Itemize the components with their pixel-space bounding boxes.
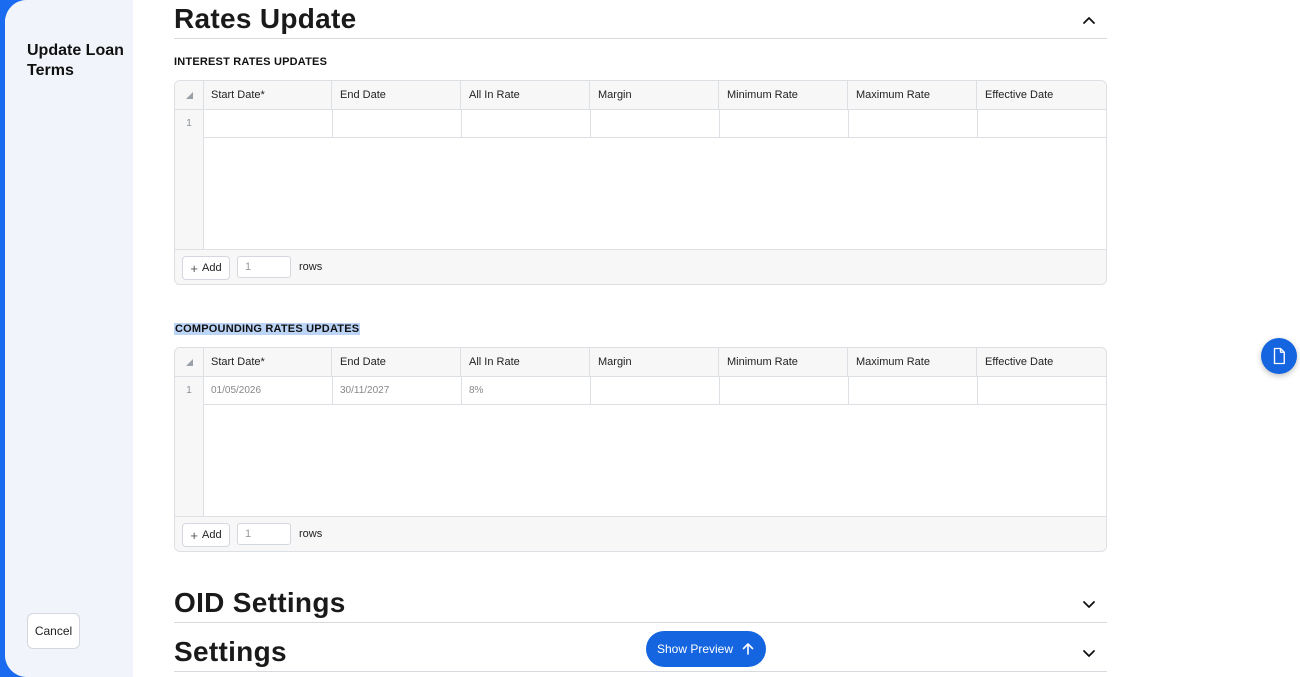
row-number: 1 (186, 118, 192, 129)
app-window: Update Loan Terms Cancel Rates Update IN… (5, 0, 1300, 677)
column-header[interactable]: Minimum Rate (720, 81, 848, 109)
column-header[interactable]: Start Date* (204, 348, 332, 376)
grid-cell[interactable]: 01/05/2026 (204, 377, 333, 405)
row-number-column: 1 (175, 110, 203, 249)
grid-cell[interactable] (462, 110, 591, 138)
grid-body: 01/05/2026 30/11/2027 8% (203, 377, 1106, 516)
grid-cell[interactable]: 30/11/2027 (333, 377, 462, 405)
plus-icon: + (190, 260, 198, 276)
column-header[interactable]: End Date (333, 81, 461, 109)
grid-cell[interactable] (591, 377, 720, 405)
show-preview-button[interactable]: Show Preview (646, 631, 766, 667)
compounding-rates-grid: Start Date* End Date All In Rate Margin … (174, 347, 1107, 552)
column-header[interactable]: Minimum Rate (720, 348, 848, 376)
grid-header: Start Date* End Date All In Rate Margin … (175, 81, 1106, 110)
grid-cell[interactable] (591, 110, 720, 138)
grid-cell[interactable] (978, 377, 1106, 405)
row-number: 1 (186, 385, 192, 396)
grid-cell[interactable] (333, 110, 462, 138)
document-fab-button[interactable] (1261, 338, 1297, 374)
grid-cell[interactable] (978, 110, 1106, 138)
grid-footer: + Add 1 rows (175, 249, 1106, 284)
column-header[interactable]: Maximum Rate (849, 81, 977, 109)
oid-settings-title: OID Settings (174, 587, 346, 618)
grid-cell[interactable]: 8% (462, 377, 591, 405)
settings-header[interactable]: Settings (174, 633, 1107, 672)
grid-body (203, 110, 1106, 249)
select-all-corner[interactable] (175, 81, 204, 109)
cancel-button[interactable]: Cancel (27, 613, 80, 649)
column-header[interactable]: Margin (591, 348, 719, 376)
oid-settings-header[interactable]: OID Settings (174, 584, 1107, 623)
show-preview-label: Show Preview (656, 642, 734, 656)
rows-label: rows (299, 261, 323, 273)
grid-cell[interactable] (720, 377, 849, 405)
column-header[interactable]: All In Rate (462, 348, 590, 376)
add-rows-button[interactable]: + Add (182, 523, 230, 547)
rows-count-input[interactable]: 1 (237, 523, 291, 545)
settings-title: Settings (174, 636, 287, 667)
grid-footer: + Add 1 rows (175, 516, 1106, 551)
column-header[interactable]: Effective Date (978, 348, 1106, 376)
grid-cell[interactable] (849, 377, 978, 405)
add-rows-button[interactable]: + Add (182, 256, 230, 280)
chevron-down-icon[interactable] (1079, 643, 1099, 663)
column-header[interactable]: Effective Date (978, 81, 1106, 109)
select-all-corner[interactable] (175, 348, 204, 376)
interest-rates-grid: Start Date* End Date All In Rate Margin … (174, 80, 1107, 285)
plus-icon: + (190, 527, 198, 543)
column-header[interactable]: Maximum Rate (849, 348, 977, 376)
document-icon (1273, 347, 1285, 365)
rows-label: rows (299, 528, 323, 540)
rows-count-input[interactable]: 1 (237, 256, 291, 278)
interest-rates-heading: INTEREST RATES UPDATES (174, 56, 328, 68)
column-header[interactable]: End Date (333, 348, 461, 376)
grid-cell[interactable] (204, 110, 333, 138)
column-header[interactable]: All In Rate (462, 81, 590, 109)
grid-header: Start Date* End Date All In Rate Margin … (175, 348, 1106, 377)
add-label: Add (202, 529, 222, 541)
rates-update-header[interactable]: Rates Update (174, 0, 1107, 39)
add-label: Add (202, 262, 222, 274)
sidebar: Update Loan Terms Cancel (5, 0, 133, 677)
compounding-rates-heading: COMPOUNDING RATES UPDATES (174, 323, 361, 335)
column-header[interactable]: Margin (591, 81, 719, 109)
grid-cell[interactable] (720, 110, 849, 138)
grid-cell[interactable] (849, 110, 978, 138)
row-number-column: 1 (175, 377, 203, 516)
sidebar-title: Update Loan Terms (27, 42, 124, 79)
rates-update-title: Rates Update (174, 3, 357, 34)
arrow-up-icon (742, 643, 754, 655)
main-content: Rates Update INTEREST RATES UPDATES Star… (133, 0, 1300, 677)
column-header[interactable]: Start Date* (204, 81, 332, 109)
chevron-up-icon[interactable] (1079, 10, 1099, 30)
chevron-down-icon[interactable] (1079, 594, 1099, 614)
